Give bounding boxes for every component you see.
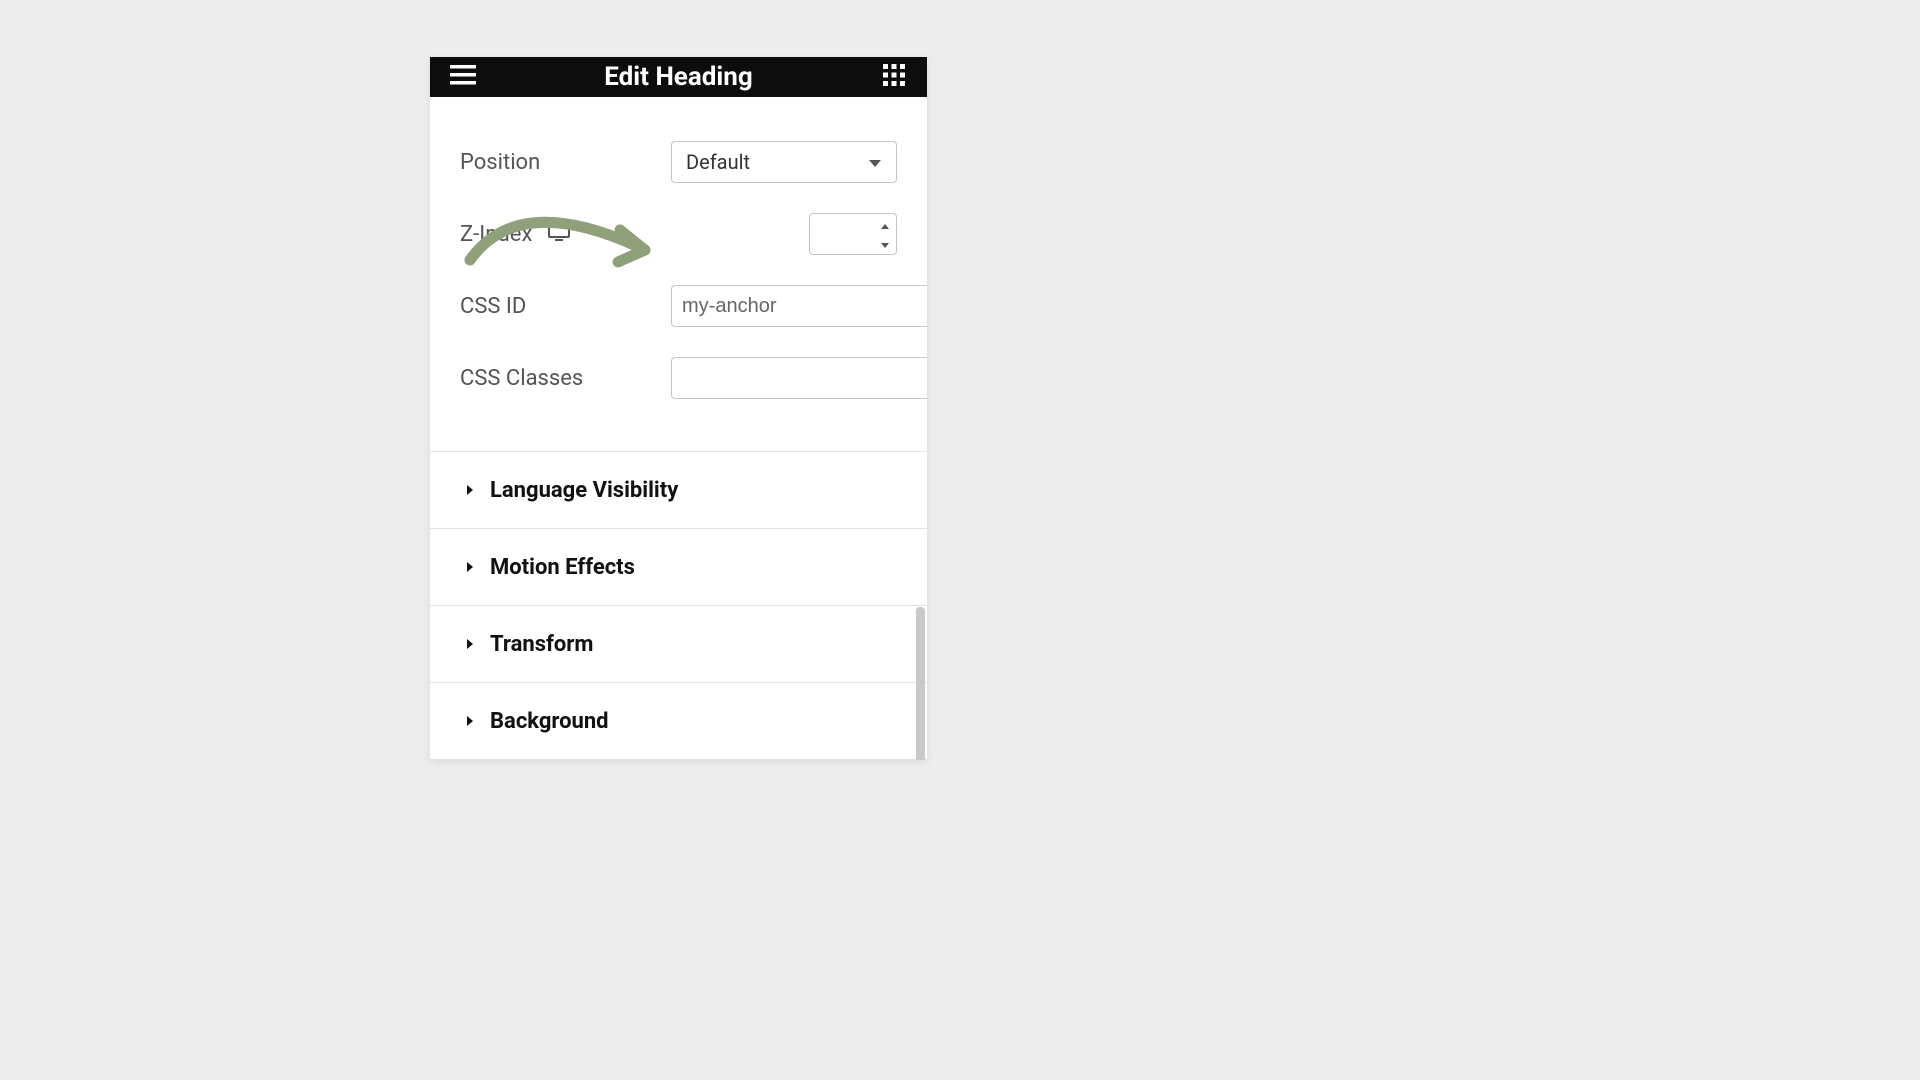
position-label: Position bbox=[460, 150, 540, 175]
form-area: Position Default Z-Index bbox=[430, 97, 927, 429]
widgets-button[interactable] bbox=[879, 62, 909, 92]
zindex-row: Z-Index bbox=[460, 213, 897, 255]
menu-button[interactable] bbox=[448, 62, 478, 92]
section-language-visibility[interactable]: Language Visibility bbox=[430, 452, 927, 529]
cssclasses-row: CSS Classes bbox=[460, 357, 897, 399]
position-row: Position Default bbox=[460, 141, 897, 183]
section-title: Transform bbox=[490, 632, 593, 657]
editor-panel: Edit Heading Position Default bbox=[430, 57, 927, 760]
scrollbar-thumb[interactable] bbox=[916, 607, 925, 760]
caret-right-icon bbox=[466, 484, 474, 496]
caret-right-icon bbox=[466, 638, 474, 650]
stepper-down-icon[interactable] bbox=[880, 234, 890, 253]
cssclasses-label: CSS Classes bbox=[460, 366, 583, 391]
zindex-label: Z-Index bbox=[460, 222, 532, 247]
position-select[interactable]: Default bbox=[671, 141, 897, 183]
section-title: Motion Effects bbox=[490, 555, 635, 580]
cssid-input[interactable] bbox=[671, 285, 927, 327]
cssclasses-input[interactable] bbox=[671, 357, 927, 399]
hamburger-icon bbox=[450, 65, 476, 89]
desktop-icon[interactable] bbox=[548, 223, 570, 245]
caret-right-icon bbox=[466, 561, 474, 573]
caret-down-icon bbox=[868, 150, 882, 174]
section-title: Language Visibility bbox=[490, 478, 678, 503]
grid-icon bbox=[883, 64, 905, 90]
section-motion-effects[interactable]: Motion Effects bbox=[430, 529, 927, 606]
zindex-input[interactable] bbox=[809, 213, 897, 255]
section-title: Background bbox=[490, 709, 609, 734]
panel-header: Edit Heading bbox=[430, 57, 927, 97]
cssid-label: CSS ID bbox=[460, 294, 526, 319]
section-background[interactable]: Background bbox=[430, 683, 927, 760]
caret-right-icon bbox=[466, 715, 474, 727]
panel-title: Edit Heading bbox=[604, 62, 752, 92]
accordion-sections: Language Visibility Motion Effects Trans… bbox=[430, 451, 927, 760]
stepper-up-icon[interactable] bbox=[880, 215, 890, 234]
cssid-row: CSS ID bbox=[460, 285, 897, 327]
position-select-value: Default bbox=[686, 150, 750, 174]
section-transform[interactable]: Transform bbox=[430, 606, 927, 683]
